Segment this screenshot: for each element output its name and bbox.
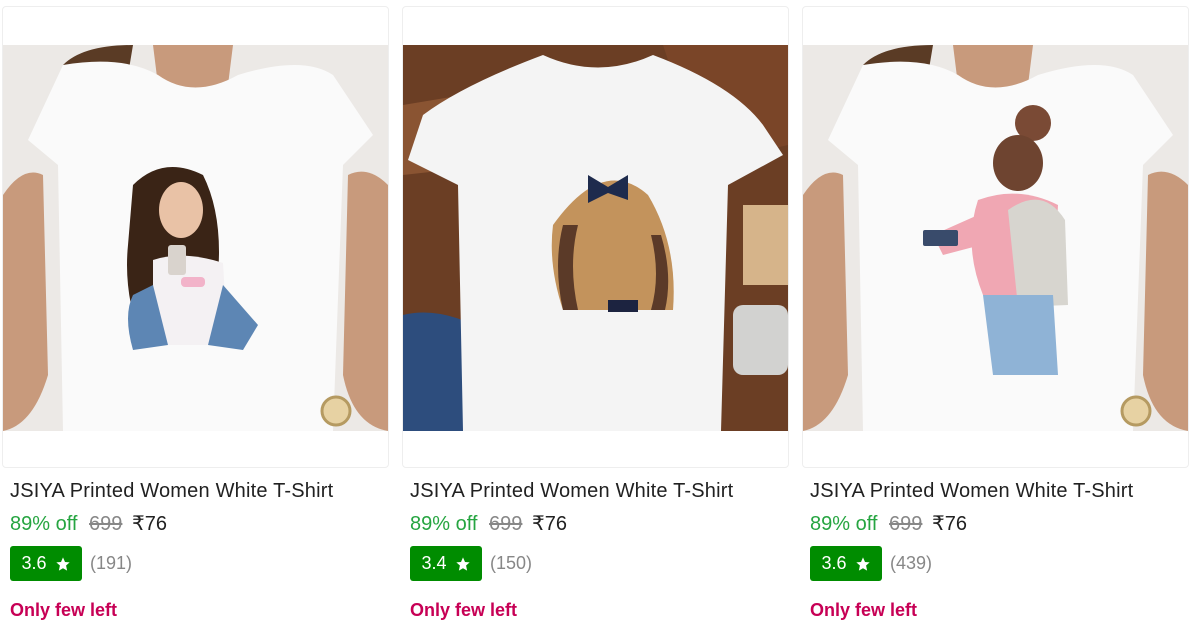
original-price: 699 (89, 513, 123, 535)
product-title[interactable]: JSIYA Printed Women White T-Shirt (410, 480, 733, 503)
star-icon (855, 556, 870, 571)
product-title[interactable]: JSIYA Printed Women White T-Shirt (810, 480, 1133, 503)
review-count: (191) (90, 553, 133, 573)
stock-status: Only few left (10, 600, 118, 620)
stock-status: Only few left (810, 600, 918, 620)
product-card[interactable]: JSIYA Printed Women White T-Shirt 89% of… (800, 0, 1190, 635)
selling-price: ₹76 (531, 513, 567, 535)
review-count: (150) (490, 553, 533, 573)
price-row: 89% off 699 ₹76 (410, 511, 567, 536)
selling-price: ₹76 (131, 513, 167, 535)
rating-badge: 3.4 (410, 546, 482, 581)
original-price: 699 (889, 513, 923, 535)
original-price: 699 (489, 513, 523, 535)
discount-label: 89% off (10, 513, 78, 535)
stock-status: Only few left (410, 600, 518, 620)
rating-row: 3.6 (191) (10, 546, 132, 581)
product-image[interactable] (2, 6, 389, 468)
discount-label: 89% off (410, 513, 478, 535)
product-card[interactable]: JSIYA Printed Women White T-Shirt 89% of… (400, 0, 790, 635)
star-icon (455, 556, 470, 571)
rating-badge: 3.6 (810, 546, 882, 581)
tshirt-photo-girl-backpack-icon (803, 45, 1188, 431)
rating-value: 3.4 (421, 553, 447, 573)
price-row: 89% off 699 ₹76 (10, 511, 167, 536)
tshirt-photo-girl-bow-icon (403, 45, 788, 431)
tshirt-photo-girl-drink-icon (3, 45, 388, 431)
product-image[interactable] (402, 6, 789, 468)
star-icon (55, 556, 70, 571)
review-count: (439) (890, 553, 933, 573)
rating-value: 3.6 (821, 553, 847, 573)
rating-badge: 3.6 (10, 546, 82, 581)
rating-value: 3.6 (21, 553, 47, 573)
price-row: 89% off 699 ₹76 (810, 511, 967, 536)
rating-row: 3.6 (439) (810, 546, 932, 581)
product-card[interactable]: JSIYA Printed Women White T-Shirt 89% of… (0, 0, 390, 635)
discount-label: 89% off (810, 513, 878, 535)
product-title[interactable]: JSIYA Printed Women White T-Shirt (10, 480, 333, 503)
product-image[interactable] (802, 6, 1189, 468)
rating-row: 3.4 (150) (410, 546, 532, 581)
product-grid: JSIYA Printed Women White T-Shirt 89% of… (0, 0, 1196, 635)
selling-price: ₹76 (931, 513, 967, 535)
